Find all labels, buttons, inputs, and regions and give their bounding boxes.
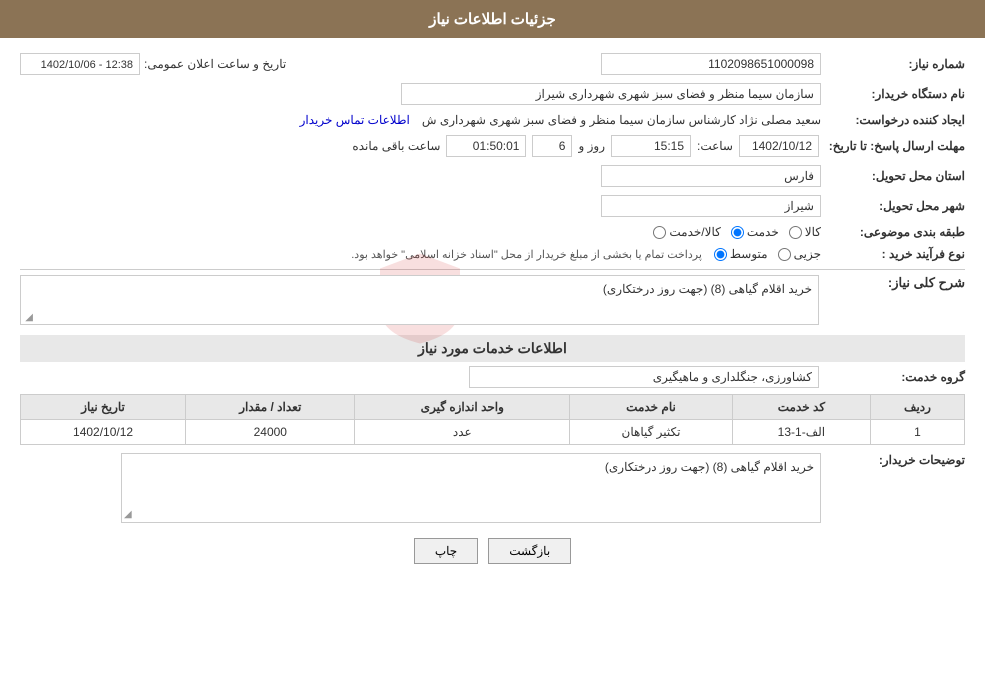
purchase-motavasset-label: متوسط [730,247,768,261]
button-row: بازگشت چاپ [20,538,965,564]
description-text: خرید اقلام گیاهی (8) (جهت روز درختکاری) [603,282,812,296]
announce-value-box: 1402/10/06 - 12:38 [20,53,140,75]
page-title: جزئیات اطلاعات نیاز [429,11,556,28]
deadline-remaining-box: 01:50:01 [446,135,526,157]
group-value: کشاورزی، جنگلداری و ماهیگیری [653,370,812,384]
city-box: شیراز [601,195,821,217]
category-label: طبقه بندی موضوعی: [825,225,965,239]
description-wrapper: خرید اقلام گیاهی (8) (جهت روز درختکاری) … [20,275,819,325]
buyer-description-row: توضیحات خریدار: خرید اقلام گیاهی (8) (جه… [20,453,965,523]
need-number-value: 1102098651000098 [708,57,814,71]
creator-contact-link[interactable]: اطلاعات تماس خریدار [300,113,410,127]
category-radio-group: کالا خدمت کالا/خدمت [653,225,821,239]
description-section: شرح کلی نیاز: خرید اقلام گیاهی (8) (جهت … [20,275,965,325]
services-section-title: اطلاعات خدمات مورد نیاز [20,335,965,362]
deadline-date-box: 1402/10/12 [739,135,819,157]
category-row: طبقه بندی موضوعی: کالا خدمت کالا/خدمت [20,225,965,239]
services-table-header: ردیف کد خدمت نام خدمت واحد اندازه گیری ت… [21,395,965,420]
deadline-row: مهلت ارسال پاسخ: تا تاریخ: 1402/10/12 سا… [20,135,965,157]
creator-label: ایجاد کننده درخواست: [825,113,965,127]
description-text-box: خرید اقلام گیاهی (8) (جهت روز درختکاری) … [20,275,819,325]
province-row: استان محل تحویل: فارس [20,165,965,187]
buyer-org-value: سازمان سیما منظر و فضای سبز شهری شهرداری… [536,87,814,101]
category-kala-label: کالا [805,225,821,239]
buyer-org-row: نام دستگاه خریدار: سازمان سیما منظر و فض… [20,83,965,105]
deadline-days-label: روز و [578,139,605,153]
group-label: گروه خدمت: [825,370,965,384]
province-label: استان محل تحویل: [825,169,965,183]
creator-row: ایجاد کننده درخواست: سعید مصلی نژاد کارش… [20,113,965,127]
deadline-date: 1402/10/12 [752,139,812,153]
deadline-time: 15:15 [654,139,684,153]
table-cell: 24000 [186,420,355,445]
deadline-time-box: 15:15 [611,135,691,157]
announce-label: تاریخ و ساعت اعلان عمومی: [144,57,286,71]
description-box-container: خرید اقلام گیاهی (8) (جهت روز درختکاری) … [20,275,819,325]
buyer-desc-box: خرید اقلام گیاهی (8) (جهت روز درختکاری) … [121,453,821,523]
purchase-note: پرداخت تمام یا بخشی از مبلغ خریدار از مح… [351,248,702,261]
table-cell: 1402/10/12 [21,420,186,445]
services-table-body: 1الف-1-13تکثیر گیاهانعدد240001402/10/12 [21,420,965,445]
buyer-desc-text: خرید اقلام گیاهی (8) (جهت روز درختکاری) [605,460,814,474]
buyer-org-box: سازمان سیما منظر و فضای سبز شهری شهرداری… [401,83,821,105]
resize-handle[interactable]: ◢ [23,312,33,322]
back-button[interactable]: بازگشت [488,538,571,564]
deadline-label: مهلت ارسال پاسخ: تا تاریخ: [825,139,965,153]
buyer-org-label: نام دستگاه خریدار: [825,87,965,101]
deadline-remaining: 01:50:01 [473,139,520,153]
city-row: شهر محل تحویل: شیراز [20,195,965,217]
purchase-motavasset: متوسط [714,247,768,261]
deadline-days-box: 6 [532,135,572,157]
purchase-jozvi-radio[interactable] [778,248,791,261]
need-number-box: 1102098651000098 [601,53,821,75]
col-date: تاریخ نیاز [21,395,186,420]
table-cell: عدد [355,420,570,445]
need-number-row: شماره نیاز: 1102098651000098 تاریخ و ساع… [20,53,965,75]
description-label: شرح کلی نیاز: [825,275,965,291]
table-row: 1الف-1-13تکثیر گیاهانعدد240001402/10/12 [21,420,965,445]
col-row-num: ردیف [870,395,964,420]
category-kala: کالا [789,225,821,239]
category-khadamat-label: خدمت [747,225,779,239]
category-kala-khadamat-radio[interactable] [653,226,666,239]
purchase-type-radio-group: جزیی متوسط [714,247,821,261]
col-service-name: نام خدمت [570,395,733,420]
creator-value: سعید مصلی نژاد کارشناس سازمان سیما منظر … [422,113,821,127]
services-table: ردیف کد خدمت نام خدمت واحد اندازه گیری ت… [20,394,965,445]
print-button[interactable]: چاپ [414,538,478,564]
table-cell: 1 [870,420,964,445]
category-khadamat: خدمت [731,225,779,239]
buyer-desc-resize[interactable]: ◢ [124,509,132,520]
purchase-type-row: نوع فرآیند خرید : جزیی متوسط پرداخت تمام… [20,247,965,261]
table-cell: تکثیر گیاهان [570,420,733,445]
category-khadamat-radio[interactable] [731,226,744,239]
group-value-box: کشاورزی، جنگلداری و ماهیگیری [469,366,819,388]
need-number-label: شماره نیاز: [825,57,965,71]
buyer-desc-label: توضیحات خریدار: [825,453,965,467]
category-kala-khadamat-label: کالا/خدمت [669,225,720,239]
deadline-days: 6 [559,139,566,153]
city-value: شیراز [785,199,814,213]
deadline-time-label: ساعت: [697,139,733,153]
province-box: فارس [601,165,821,187]
city-label: شهر محل تحویل: [825,199,965,213]
purchase-motavasset-radio[interactable] [714,248,727,261]
category-kala-radio[interactable] [789,226,802,239]
group-row: گروه خدمت: کشاورزی، جنگلداری و ماهیگیری [20,366,965,388]
page-header: جزئیات اطلاعات نیاز [0,0,985,38]
table-cell: الف-1-13 [732,420,870,445]
purchase-jozvi-label: جزیی [794,247,821,261]
category-kala-khadamat: کالا/خدمت [653,225,720,239]
col-quantity: تعداد / مقدار [186,395,355,420]
col-unit: واحد اندازه گیری [355,395,570,420]
announce-value: 1402/10/06 - 12:38 [41,59,133,71]
deadline-remaining-label: ساعت باقی مانده [352,139,440,153]
province-value: فارس [784,169,814,183]
purchase-type-label: نوع فرآیند خرید : [825,247,965,261]
col-service-code: کد خدمت [732,395,870,420]
purchase-jozvi: جزیی [778,247,821,261]
